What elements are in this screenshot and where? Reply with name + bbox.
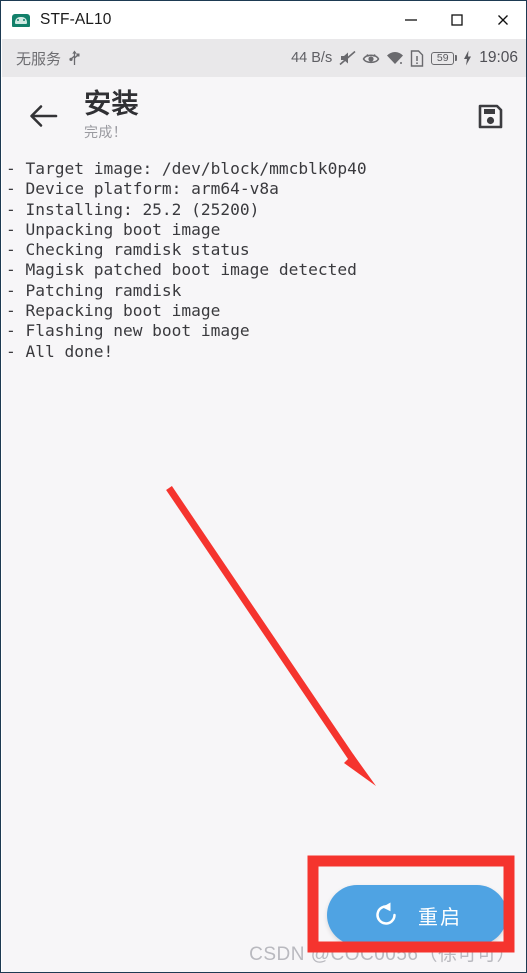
- window-title: STF-AL10: [40, 11, 112, 28]
- minimize-icon[interactable]: [388, 1, 434, 39]
- log-line: - Checking ramdisk status: [6, 240, 250, 260]
- maximize-icon[interactable]: [434, 1, 480, 39]
- charging-bolt-icon: [463, 50, 472, 66]
- app-header-bar: 安装 完成！: [2, 77, 526, 155]
- status-bar-right-group: 44 B/s 59 19:06: [291, 49, 518, 67]
- save-floppy-icon[interactable]: [471, 97, 509, 135]
- log-line: - Magisk patched boot image detected: [6, 260, 357, 280]
- battery-indicator: 59: [431, 51, 458, 65]
- log-line: - Patching ramdisk: [6, 280, 182, 300]
- back-arrow-icon[interactable]: [26, 98, 62, 134]
- window-title-bar: STF-AL10: [1, 1, 526, 39]
- battery-level-label: 59: [436, 51, 449, 64]
- log-line: - Device platform: arm64-v8a: [6, 179, 279, 199]
- usb-icon: [68, 50, 81, 67]
- log-line: - Target image: /dev/block/mmcblk0p40: [6, 159, 367, 178]
- eye-icon: [362, 50, 380, 66]
- log-line: - Installing: 25.2 (25200): [6, 199, 260, 219]
- reboot-button[interactable]: 重启: [327, 885, 507, 945]
- watermark-text: CSDN @COC0056（徐可可）: [249, 944, 516, 965]
- install-log-console[interactable]: - Target image: /dev/block/mmcblk0p40 - …: [2, 155, 526, 972]
- sim-alert-icon: [410, 49, 424, 67]
- close-icon[interactable]: [480, 1, 526, 39]
- page-subtitle: 完成！: [84, 123, 128, 140]
- network-speed-label: 44 B/s: [291, 50, 333, 66]
- carrier-label: 无服务: [16, 50, 62, 68]
- log-line: - Repacking boot image: [6, 301, 221, 321]
- scrcpy-window: STF-AL10 无服务 44 B/s 59 19:06 安装 完成！ - Ta…: [0, 0, 527, 973]
- wifi-icon: [386, 50, 404, 66]
- android-robot-icon: [12, 11, 30, 29]
- reboot-label: 重启: [418, 906, 462, 929]
- window-controls: [388, 1, 526, 39]
- page-title: 安装: [84, 89, 139, 120]
- log-line: - Unpacking boot image: [6, 219, 221, 239]
- log-line: - All done!: [6, 341, 114, 361]
- reload-icon: [372, 901, 400, 929]
- phone-mirror-screen: 无服务 44 B/s 59 19:06 安装 完成！ - Target imag…: [2, 39, 526, 972]
- header-title-group: 安装 完成！: [84, 90, 139, 141]
- mute-icon: [339, 50, 356, 66]
- battery-cap: [455, 55, 458, 61]
- android-status-bar: 无服务 44 B/s 59 19:06: [2, 39, 526, 77]
- clock-label: 19:06: [479, 49, 518, 66]
- log-line: - Flashing new boot image: [6, 321, 250, 341]
- battery-body: 59: [431, 51, 455, 65]
